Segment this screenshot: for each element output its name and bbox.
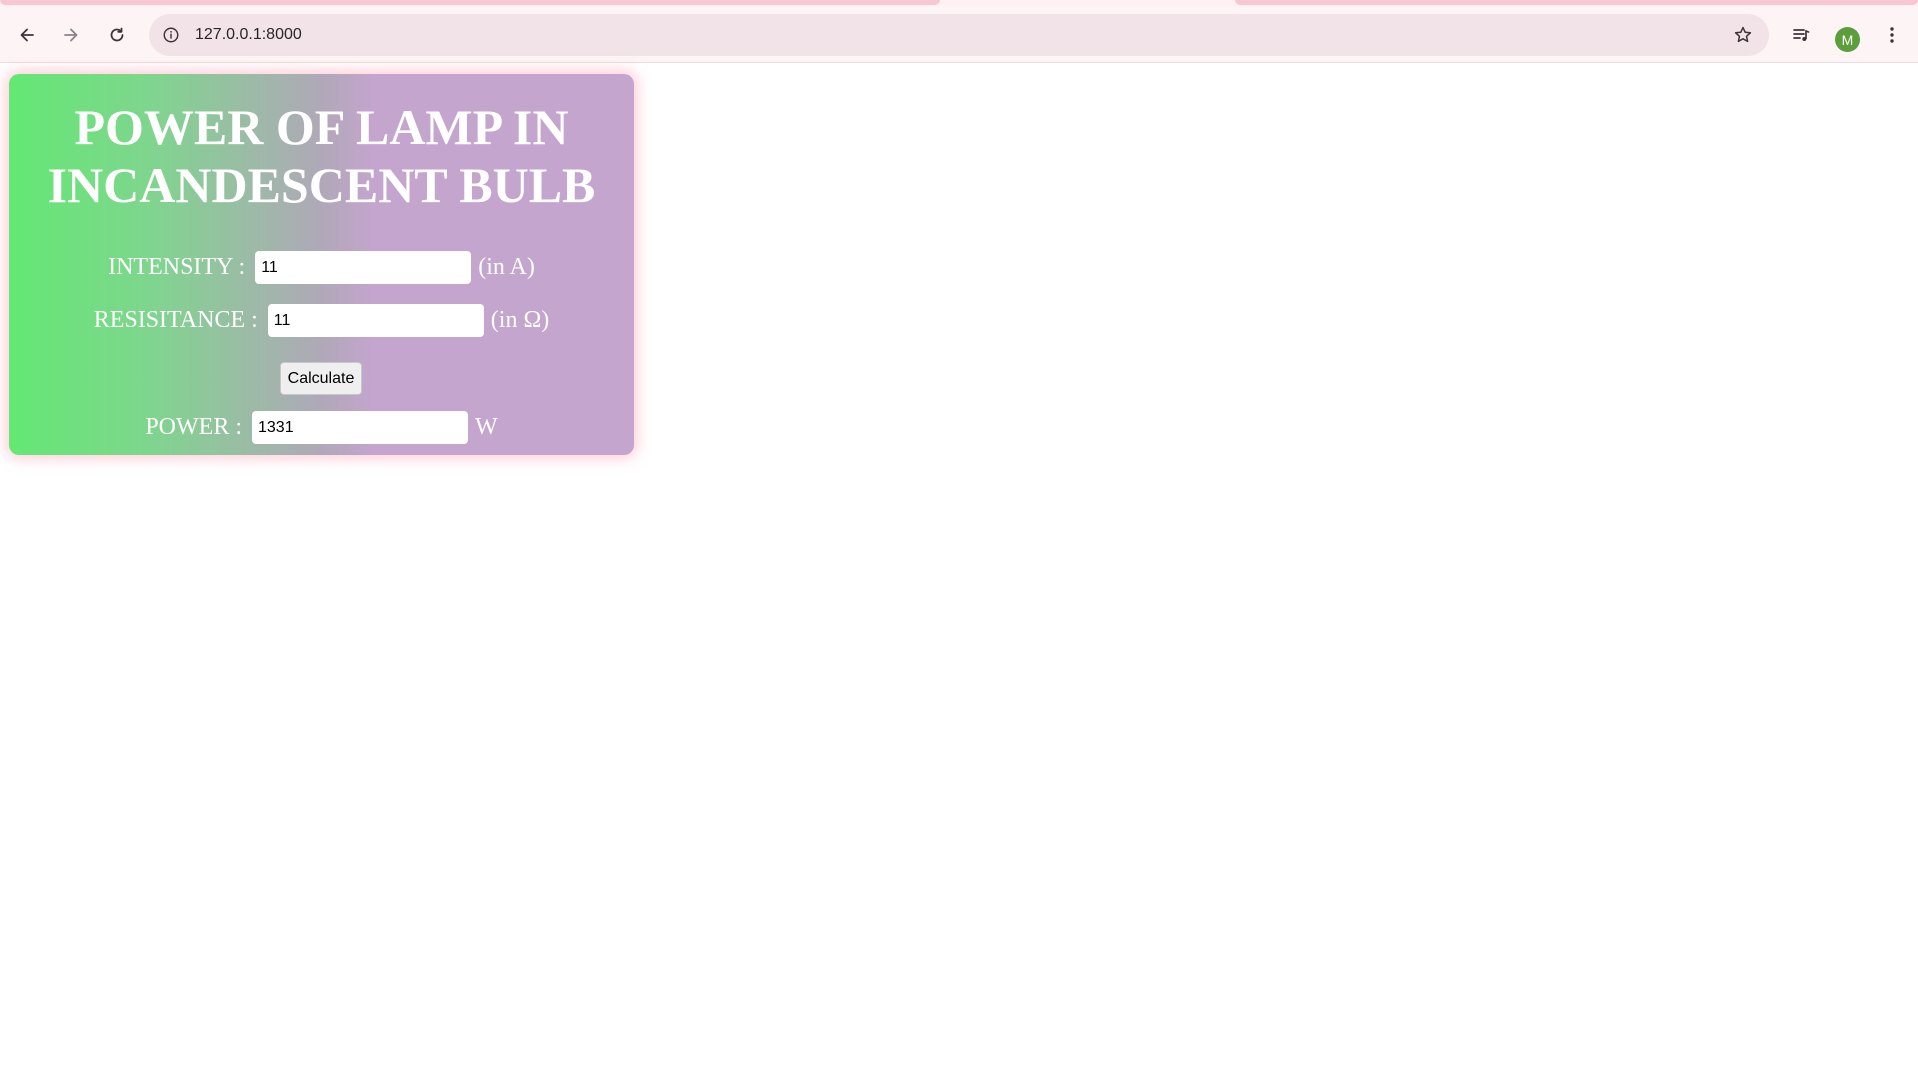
address-bar[interactable]: 127.0.0.1:8000 [149, 14, 1769, 56]
page-title: POWER OF LAMP IN INCANDESCENT BULB [9, 98, 634, 214]
profile-avatar[interactable]: M [1835, 27, 1860, 52]
intensity-row: INTENSITY : (in A) [9, 251, 634, 284]
media-queue-icon [1793, 29, 1810, 41]
intensity-unit: (in A) [478, 254, 535, 280]
url-text[interactable]: 127.0.0.1:8000 [195, 26, 302, 44]
back-arrow-icon [20, 28, 34, 42]
calculator-card: POWER OF LAMP IN INCANDESCENT BULB INTEN… [9, 74, 634, 455]
tab-left[interactable] [0, 0, 940, 5]
forward-button[interactable] [56, 20, 86, 50]
title-line-1: POWER OF LAMP IN [74, 99, 569, 155]
back-button[interactable] [12, 20, 42, 50]
tab-right[interactable] [1235, 0, 1918, 5]
browser-menu-button[interactable] [1877, 20, 1907, 50]
bookmark-button[interactable] [1731, 23, 1755, 47]
resistance-input[interactable] [267, 304, 484, 337]
resistance-row: RESISITANCE : (in Ω) [9, 304, 634, 337]
power-row: POWER : W [9, 411, 634, 444]
reload-icon [110, 27, 124, 42]
info-icon [163, 27, 179, 43]
power-unit: W [475, 414, 498, 440]
title-line-2: INCANDESCENT BULB [47, 157, 596, 213]
media-queue-button[interactable] [1786, 20, 1816, 50]
power-label: POWER : [145, 414, 242, 440]
resistance-unit: (in Ω) [490, 307, 550, 333]
resistance-label: RESISITANCE : [93, 307, 258, 333]
intensity-input[interactable] [255, 251, 472, 284]
site-info-button[interactable] [159, 23, 183, 47]
page-viewport: POWER OF LAMP IN INCANDESCENT BULB INTEN… [0, 64, 1918, 1085]
browser-toolbar: 127.0.0.1:8000 M [0, 6, 1918, 63]
power-output[interactable] [252, 411, 468, 444]
star-icon [1734, 26, 1752, 43]
calculate-button[interactable]: Calculate [280, 362, 362, 395]
forward-arrow-icon [64, 28, 78, 42]
kebab-menu-icon [1890, 27, 1894, 43]
reload-button[interactable] [102, 20, 132, 50]
intensity-label: INTENSITY : [108, 254, 246, 280]
